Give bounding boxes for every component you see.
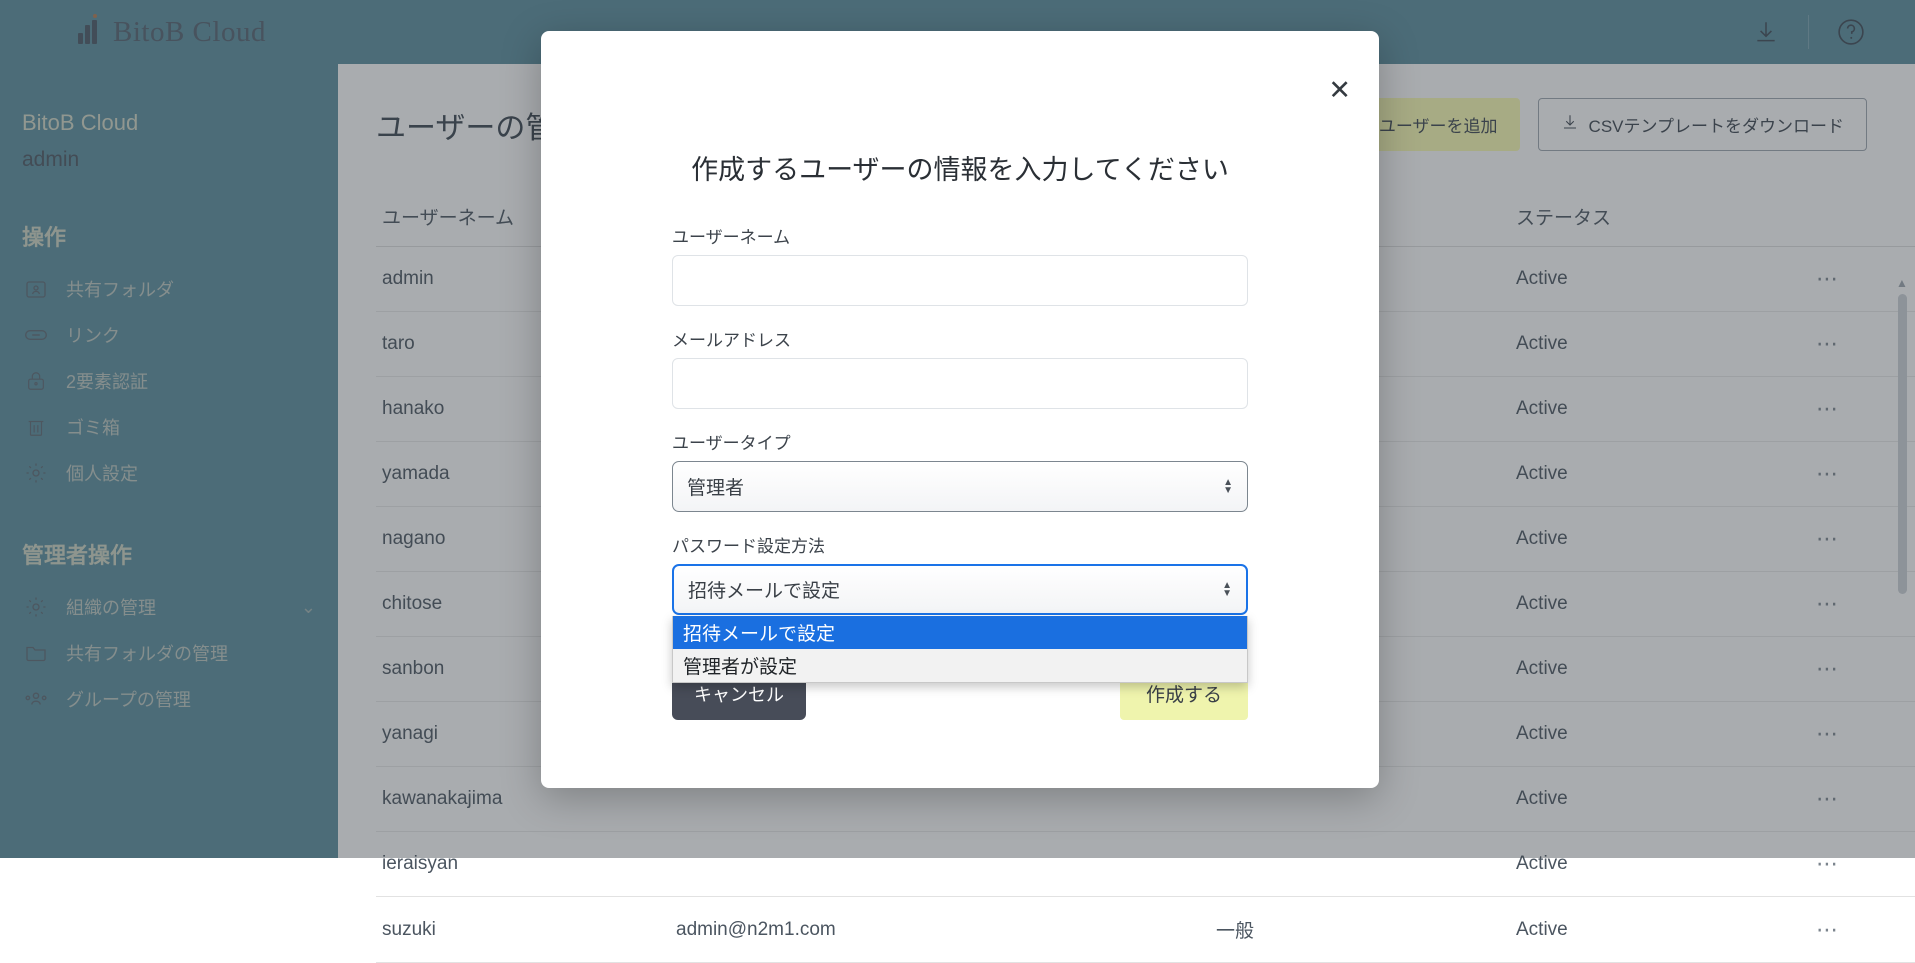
cell-username: suzuki bbox=[376, 897, 676, 963]
password-method-option[interactable]: 招待メールで設定 bbox=[673, 616, 1247, 649]
create-user-modal: ✕ 作成するユーザーの情報を入力してください ユーザーネーム メールアドレス ユ… bbox=[541, 31, 1379, 788]
username-input[interactable] bbox=[672, 255, 1248, 306]
field-usertype: ユーザータイプ 管理者 ▲▼ bbox=[672, 429, 1248, 512]
cell-status: Active bbox=[1516, 897, 1816, 963]
password-method-select-value: 招待メールで設定 bbox=[688, 576, 840, 603]
usertype-select[interactable]: 管理者 ▲▼ bbox=[672, 461, 1248, 512]
field-email: メールアドレス bbox=[672, 326, 1248, 409]
table-row[interactable]: suzukiadmin@n2m1.com一般Active⋯ bbox=[376, 897, 1915, 963]
field-username: ユーザーネーム bbox=[672, 223, 1248, 306]
cell-email: admin@n2m1.com bbox=[676, 897, 1216, 963]
field-password-method-label: パスワード設定方法 bbox=[672, 532, 1248, 557]
password-method-options-list[interactable]: 招待メールで設定管理者が設定 bbox=[672, 616, 1248, 683]
field-password-method: パスワード設定方法 招待メールで設定 ▲▼ 招待メールで設定管理者が設定 bbox=[672, 532, 1248, 615]
usertype-select-value: 管理者 bbox=[687, 473, 744, 500]
usertype-select-wrap: 管理者 ▲▼ bbox=[672, 461, 1248, 512]
cell-usertype: 一般 bbox=[1216, 897, 1516, 963]
email-input[interactable] bbox=[672, 358, 1248, 409]
password-method-select-wrap: 招待メールで設定 ▲▼ 招待メールで設定管理者が設定 bbox=[672, 564, 1248, 615]
field-usertype-label: ユーザータイプ bbox=[672, 429, 1248, 454]
password-method-select[interactable]: 招待メールで設定 ▲▼ bbox=[672, 564, 1248, 615]
field-username-label: ユーザーネーム bbox=[672, 223, 1248, 248]
stepper-arrows-icon: ▲▼ bbox=[1223, 479, 1233, 495]
close-icon[interactable]: ✕ bbox=[1328, 77, 1351, 104]
field-email-label: メールアドレス bbox=[672, 326, 1248, 351]
stepper-arrows-icon: ▲▼ bbox=[1222, 582, 1232, 598]
create-user-form: ユーザーネーム メールアドレス ユーザータイプ 管理者 ▲▼ パスワード設定方法 bbox=[541, 187, 1379, 615]
modal-title: 作成するユーザーの情報を入力してください bbox=[541, 31, 1379, 187]
app-root: BitoB Cloud BitoB Cloud admin 操作 bbox=[0, 0, 1915, 858]
row-menu-button[interactable]: ⋯ bbox=[1816, 897, 1915, 963]
password-method-option[interactable]: 管理者が設定 bbox=[673, 649, 1247, 682]
